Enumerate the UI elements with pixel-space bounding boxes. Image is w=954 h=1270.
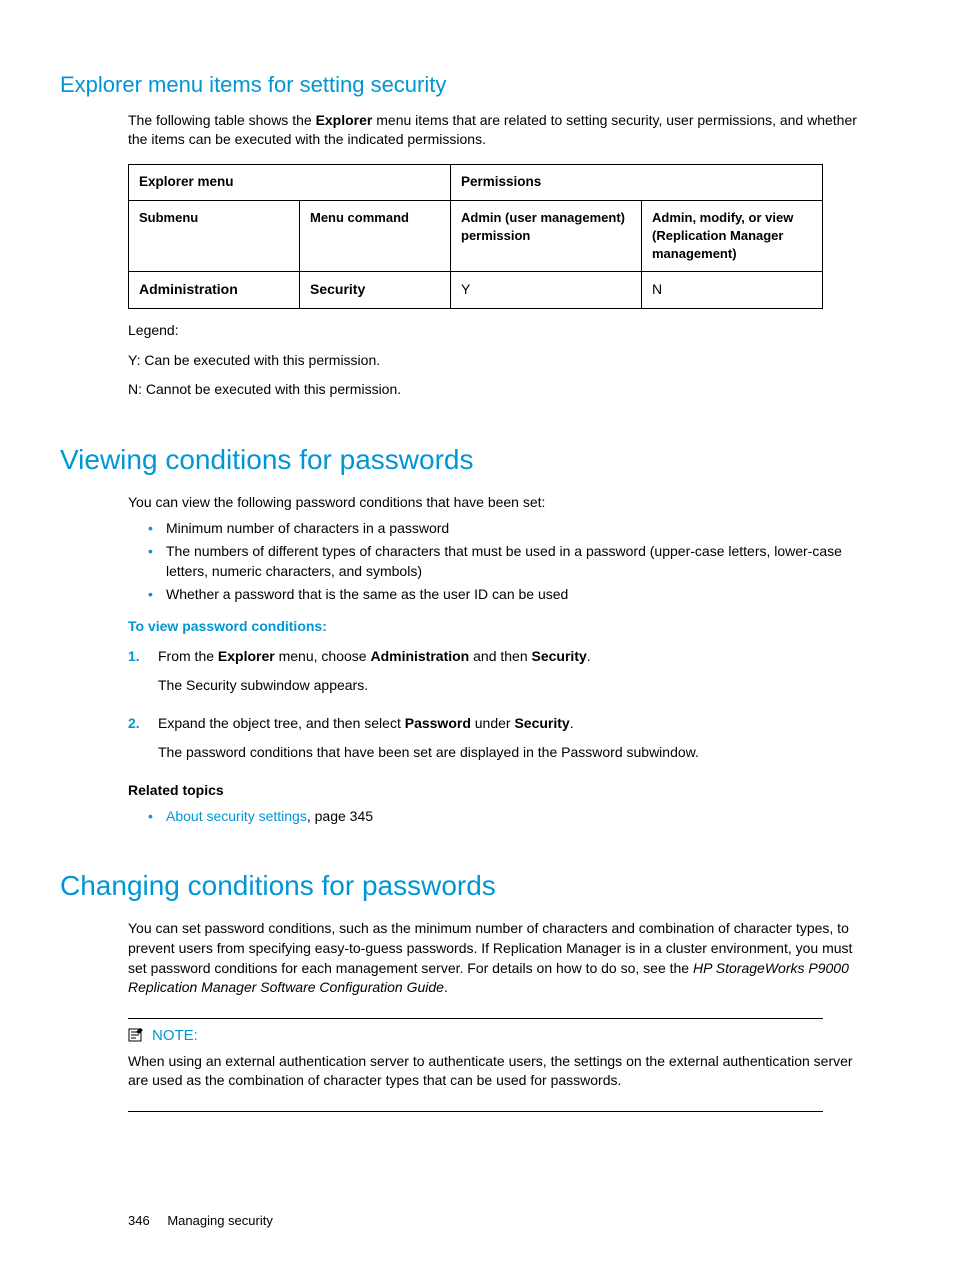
text: . (570, 715, 574, 731)
step-result: The Security subwindow appears. (158, 676, 864, 696)
permissions-table: Explorer menu Permissions Submenu Menu c… (128, 164, 823, 309)
step-1: From the Explorer menu, choose Administr… (128, 647, 864, 696)
td-n: N (642, 272, 823, 309)
related-topics-list: About security settings, page 345 (148, 807, 864, 827)
th-permissions: Permissions (451, 164, 823, 200)
td-administration: Administration (129, 272, 300, 309)
divider (128, 1111, 823, 1112)
note-header: NOTE: (128, 1025, 864, 1046)
divider (128, 1018, 823, 1019)
text: and then (469, 648, 531, 664)
view-bullet-list: Minimum number of characters in a passwo… (148, 519, 864, 605)
step-result: The password conditions that have been s… (158, 743, 864, 763)
td-security: Security (300, 272, 451, 309)
text-bold: Explorer (218, 648, 275, 664)
text-bold: Administration (370, 648, 469, 664)
page-footer: 346 Managing security (128, 1212, 864, 1230)
th-explorer-menu: Explorer menu (129, 164, 451, 200)
text: under (471, 715, 515, 731)
list-item: Whether a password that is the same as t… (148, 585, 864, 605)
text-bold: Administration (139, 281, 238, 297)
para-view-intro: You can view the following password cond… (128, 493, 864, 513)
th-menu-command: Menu command (300, 200, 451, 272)
legend-n: N: Cannot be executed with this permissi… (128, 380, 864, 400)
section-name: Managing security (167, 1213, 273, 1228)
th-admin-modify: Admin, modify, or view (Replication Mana… (642, 200, 823, 272)
text-bold: Security (514, 715, 569, 731)
text-bold: Security (310, 281, 365, 297)
note-label: NOTE: (152, 1025, 198, 1046)
text-bold: Password (405, 715, 471, 731)
step-2: Expand the object tree, and then select … (128, 714, 864, 763)
note-icon (128, 1027, 144, 1043)
procedure-steps: From the Explorer menu, choose Administr… (128, 647, 864, 763)
heading-changing-conditions: Changing conditions for passwords (60, 866, 864, 905)
related-topics-title: Related topics (128, 781, 864, 801)
page-number: 346 (128, 1213, 150, 1228)
link-about-security[interactable]: About security settings (166, 808, 307, 824)
text-bold: Security (532, 648, 587, 664)
legend-title: Legend: (128, 321, 864, 341)
legend-block: Legend: Y: Can be executed with this per… (128, 321, 864, 400)
para-explorer-intro: The following table shows the Explorer m… (128, 111, 864, 150)
procedure-title: To view password conditions: (128, 617, 864, 637)
list-item: The numbers of different types of charac… (148, 542, 864, 581)
heading-explorer-items: Explorer menu items for setting security (60, 70, 864, 101)
heading-viewing-conditions: Viewing conditions for passwords (60, 440, 864, 479)
list-item: About security settings, page 345 (148, 807, 864, 827)
legend-y: Y: Can be executed with this permission. (128, 351, 864, 371)
text: Expand the object tree, and then select (158, 715, 405, 731)
list-item: Minimum number of characters in a passwo… (148, 519, 864, 539)
text: From the (158, 648, 218, 664)
para-changing: You can set password conditions, such as… (128, 919, 864, 997)
text: . (444, 979, 448, 995)
text: , page 345 (307, 808, 373, 824)
td-y: Y (451, 272, 642, 309)
text-bold: Explorer (316, 112, 373, 128)
th-submenu: Submenu (129, 200, 300, 272)
text: . (587, 648, 591, 664)
th-admin-user: Admin (user management) permission (451, 200, 642, 272)
text: The following table shows the (128, 112, 316, 128)
note-text: When using an external authentication se… (128, 1052, 864, 1091)
text: menu, choose (275, 648, 371, 664)
